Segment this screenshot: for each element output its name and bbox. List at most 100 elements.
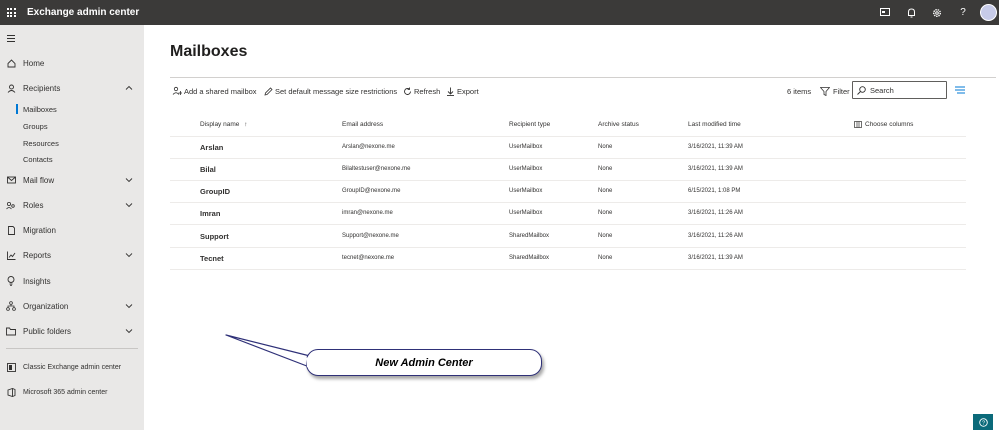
cell-last-modified: 3/16/2021, 11:39 AM — [688, 255, 743, 261]
cell-archive-status: None — [598, 166, 613, 172]
sidebar-item-label: Roles — [23, 200, 44, 210]
app-launcher-button[interactable] — [0, 0, 22, 25]
cell-last-modified: 3/16/2021, 11:26 AM — [688, 210, 743, 216]
refresh-button[interactable]: Refresh — [403, 84, 440, 98]
cell-last-modified: 3/16/2021, 11:26 AM — [688, 233, 743, 239]
sidebar-subitem-mailboxes[interactable]: Mailboxes — [0, 101, 144, 117]
table-row[interactable]: GroupID GroupID@nexone.me UserMailbox No… — [170, 181, 966, 203]
refresh-icon — [404, 87, 411, 95]
chevron-down-icon — [125, 203, 133, 208]
chart-icon — [6, 250, 16, 260]
page-title: Mailboxes — [170, 43, 248, 60]
export-button[interactable]: Export — [446, 84, 479, 98]
chevron-down-icon — [125, 329, 133, 334]
sidebar-link-m365-admin[interactable]: Microsoft 365 admin center — [0, 382, 144, 402]
cell-archive-status: None — [598, 233, 613, 239]
home-icon — [6, 58, 16, 68]
sidebar-item-label: Mail flow — [23, 175, 55, 185]
table-row[interactable]: Bilal Bilaltestuser@nexone.me UserMailbo… — [170, 159, 966, 181]
list-options-icon[interactable] — [954, 84, 966, 96]
column-header-display-name[interactable]: Display name ↑ — [200, 121, 247, 128]
svg-text:?: ? — [981, 420, 984, 426]
cell-email: tecnet@nexone.me — [342, 255, 395, 261]
add-shared-mailbox-button[interactable]: Add a shared mailbox — [172, 84, 257, 98]
person-icon — [6, 83, 16, 93]
sidebar-subitem-groups[interactable]: Groups — [0, 118, 144, 134]
table-row[interactable]: Tecnet tecnet@nexone.me SharedMailbox No… — [170, 248, 966, 270]
cell-archive-status: None — [598, 188, 613, 194]
column-header-email[interactable]: Email address — [342, 121, 383, 128]
column-header-archive-status[interactable]: Archive status — [598, 121, 639, 128]
table-row[interactable]: Imran imran@nexone.me UserMailbox None 3… — [170, 203, 966, 225]
cell-display-name: GroupID — [200, 187, 230, 196]
sidebar-item-migration[interactable]: Migration — [0, 220, 144, 240]
help-chat-button[interactable]: ? — [973, 414, 993, 430]
search-box[interactable] — [852, 81, 947, 99]
chevron-up-icon — [125, 85, 133, 90]
migration-icon — [6, 225, 16, 235]
table-header: Display name ↑ Email address Recipient t… — [170, 115, 966, 137]
avatar[interactable] — [980, 4, 997, 21]
table-row[interactable]: Arslan Arslan@nexone.me UserMailbox None… — [170, 137, 966, 159]
sidebar-item-label: Organization — [23, 301, 69, 311]
mail-icon — [6, 175, 16, 185]
top-bar: Exchange admin center ? — [0, 0, 999, 25]
cell-display-name: Tecnet — [200, 254, 224, 263]
sidebar-item-insights[interactable]: Insights — [0, 271, 144, 291]
table-row[interactable]: Support Support@nexone.me SharedMailbox … — [170, 226, 966, 248]
toolbar-divider — [170, 77, 996, 78]
cell-display-name: Support — [200, 232, 229, 241]
cell-last-modified: 3/16/2021, 11:39 AM — [688, 144, 743, 150]
sidebar-item-roles[interactable]: Roles — [0, 195, 144, 215]
help-icon[interactable]: ? — [950, 0, 976, 25]
search-icon — [857, 85, 866, 95]
sidebar-item-organization[interactable]: Organization — [0, 296, 144, 316]
chevron-down-icon — [125, 304, 133, 309]
sidebar-item-reports[interactable]: Reports — [0, 245, 144, 265]
sidebar-item-label: Insights — [23, 276, 51, 286]
filter-button[interactable]: Filter — [820, 84, 850, 98]
sidebar-item-label: Microsoft 365 admin center — [23, 388, 108, 396]
choose-columns-button[interactable]: Choose columns — [854, 121, 913, 128]
sidebar-item-public-folders[interactable]: Public folders — [0, 321, 144, 341]
office-icon — [6, 387, 16, 397]
download-icon — [447, 87, 454, 96]
columns-icon — [854, 121, 862, 128]
cell-email: Arslan@nexone.me — [342, 144, 395, 150]
cell-recipient-type: UserMailbox — [509, 166, 543, 172]
add-shared-mailbox-label: Add a shared mailbox — [184, 86, 257, 96]
chevron-down-icon — [125, 253, 133, 258]
cell-last-modified: 6/15/2021, 1:08 PM — [688, 188, 741, 194]
column-header-recipient-type[interactable]: Recipient type — [509, 121, 550, 128]
sidebar-item-label: Classic Exchange admin center — [23, 363, 122, 371]
sidebar-item-label: Public folders — [23, 326, 72, 336]
refresh-label: Refresh — [414, 86, 441, 96]
sidebar-link-classic-eac[interactable]: Classic Exchange admin center — [0, 357, 144, 377]
sidebar-subitem-contacts[interactable]: Contacts — [0, 151, 144, 167]
sidebar: Home Recipients Mailboxes Groups Resourc… — [0, 25, 144, 430]
cell-email: imran@nexone.me — [342, 210, 393, 216]
cell-recipient-type: UserMailbox — [509, 188, 543, 194]
sidebar-item-mail-flow[interactable]: Mail flow — [0, 170, 144, 190]
column-header-last-modified[interactable]: Last modified time — [688, 121, 741, 128]
filter-label: Filter — [833, 86, 850, 96]
gear-icon[interactable] — [924, 0, 950, 25]
cell-email: Bilaltestuser@nexone.me — [342, 166, 411, 172]
screen-icon[interactable] — [872, 0, 898, 25]
cell-archive-status: None — [598, 144, 613, 150]
sidebar-item-recipients[interactable]: Recipients — [0, 78, 144, 98]
sidebar-item-home[interactable]: Home — [0, 53, 144, 73]
hamburger-icon[interactable] — [7, 35, 15, 44]
waffle-icon — [6, 8, 16, 17]
app-title: Exchange admin center — [27, 7, 140, 18]
sidebar-subitem-resources[interactable]: Resources — [0, 135, 144, 151]
sidebar-item-label: Reports — [23, 250, 52, 260]
cell-email: Support@nexone.me — [342, 233, 399, 239]
bell-icon[interactable] — [898, 0, 924, 25]
sidebar-item-label: Recipients — [23, 83, 61, 93]
exchange-icon — [6, 362, 16, 372]
filter-icon — [820, 86, 830, 96]
search-input[interactable] — [870, 85, 946, 95]
add-group-icon — [172, 86, 182, 95]
size-restrictions-button[interactable]: Set default message size restrictions — [264, 84, 397, 98]
